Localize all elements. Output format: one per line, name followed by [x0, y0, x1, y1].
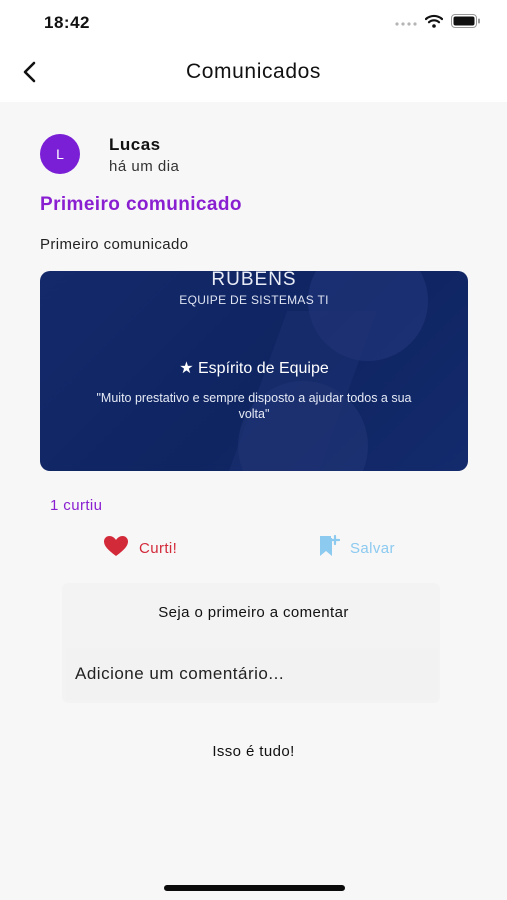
post-timestamp: há um dia	[109, 158, 180, 175]
battery-icon	[451, 14, 481, 33]
post-body: Primeiro comunicado	[40, 236, 189, 253]
image-employee-name: RUBENS	[211, 271, 297, 290]
post-image[interactable]: RUBENS EQUIPE DE SISTEMAS TI ★ Espírito …	[40, 271, 468, 471]
image-quote: "Muito prestativo e sempre disposto a aj…	[96, 391, 412, 421]
avatar[interactable]: L	[40, 134, 80, 174]
end-of-feed-text: Isso é tudo!	[212, 743, 295, 760]
image-team-name: EQUIPE DE SISTEMAS TI	[179, 293, 329, 307]
heart-icon	[103, 535, 129, 562]
avatar-letter: L	[56, 146, 64, 162]
like-button[interactable]: Curti!	[103, 534, 177, 562]
likes-count[interactable]: 1 curtiu	[50, 497, 102, 514]
page-title: Comunicados	[186, 60, 321, 83]
save-button[interactable]: Salvar	[318, 534, 395, 562]
empty-comments-message: Seja o primeiro a comentar	[158, 604, 349, 621]
like-label: Curti!	[139, 539, 178, 557]
bookmark-plus-icon	[318, 534, 341, 563]
status-icons	[395, 14, 481, 33]
author-name: Lucas	[109, 135, 161, 154]
comment-input[interactable]	[66, 648, 438, 700]
nav-bar: Comunicados	[0, 46, 507, 102]
status-time: 18:42	[44, 13, 90, 32]
save-label: Salvar	[350, 539, 395, 557]
home-indicator[interactable]	[164, 885, 345, 891]
signal-dots-icon	[395, 15, 417, 33]
wifi-icon	[424, 14, 444, 33]
status-bar: 18:42	[0, 0, 507, 46]
post-title: Primeiro comunicado	[40, 194, 242, 215]
image-award-title: ★ Espírito de Equipe	[179, 360, 329, 377]
